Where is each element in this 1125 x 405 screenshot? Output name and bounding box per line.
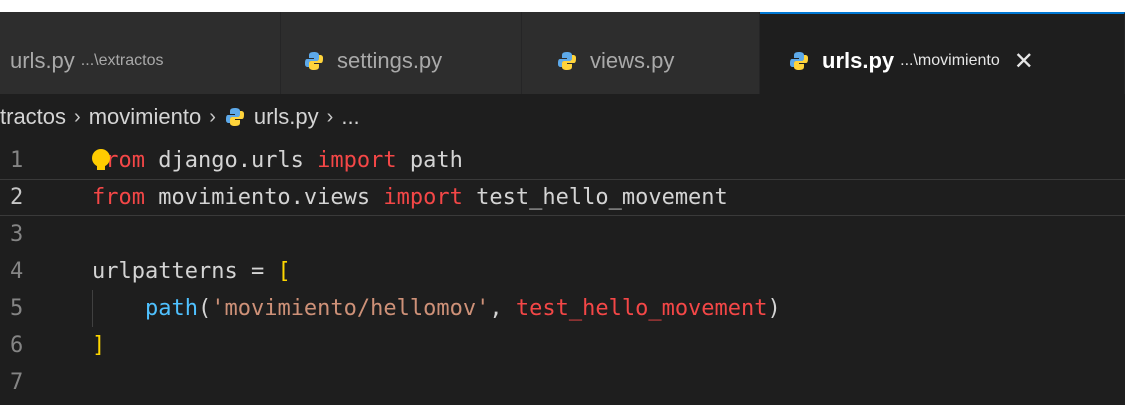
python-icon xyxy=(224,106,246,128)
code-editor[interactable]: 1 from django.urls import path 2 from movim… xyxy=(0,142,1125,405)
code-line[interactable]: 6] xyxy=(0,327,1125,364)
line-number: 1 xyxy=(10,148,24,173)
breadcrumb-item-symbols[interactable]: ... xyxy=(341,104,359,130)
code-token: path xyxy=(396,148,463,173)
line-number: 4 xyxy=(10,259,24,284)
line-number: 7 xyxy=(10,370,24,395)
code-token: , xyxy=(489,296,516,321)
code-token: movimiento.views xyxy=(144,185,384,210)
code-text: ] xyxy=(92,327,105,364)
line-number: 2 xyxy=(10,185,24,210)
tab-urls-extractos[interactable]: urls.py ...\extractos xyxy=(0,12,281,94)
code-text: from django.urls import path xyxy=(92,142,463,179)
code-token: django.urls xyxy=(144,148,318,173)
code-token: [ xyxy=(277,259,291,284)
tab-label: views.py xyxy=(590,48,675,73)
line-number: 5 xyxy=(10,296,24,321)
tab-urls-movimiento[interactable]: urls.py ...\movimiento ✕ xyxy=(760,12,1125,94)
breadcrumb-item-file[interactable]: urls.py xyxy=(254,104,319,130)
breadcrumb-separator: › xyxy=(326,105,334,128)
code-text: path('movimiento/hellomov', test_hello_m… xyxy=(92,290,781,327)
code-token: import xyxy=(383,185,463,210)
code-line[interactable]: 5 path('movimiento/hellomov', test_hello… xyxy=(0,290,1125,327)
tab-label: urls.py xyxy=(822,48,895,73)
code-text: from movimiento.views import test_hello_… xyxy=(92,180,728,215)
code-line[interactable]: 1 from django.urls import path xyxy=(0,142,1125,179)
code-line[interactable]: 4 urlpatterns = [ xyxy=(0,253,1125,290)
tab-description: ...\movimiento xyxy=(900,52,1000,69)
code-token: ( xyxy=(197,296,212,321)
code-token: ] xyxy=(92,333,106,358)
line-number: 3 xyxy=(10,222,24,247)
code-token: from xyxy=(92,185,145,210)
code-editor-window: urls.py ...\extractos settings.py views.… xyxy=(0,12,1125,405)
python-icon xyxy=(556,50,578,72)
breadcrumb-separator: › xyxy=(209,105,216,128)
tab-settings[interactable]: settings.py xyxy=(281,12,522,94)
code-token: test_hello_movement xyxy=(462,185,728,210)
code-token: = xyxy=(237,259,278,284)
tab-bar: urls.py ...\extractos settings.py views.… xyxy=(0,12,1125,94)
code-line[interactable]: 2 from movimiento.views import test_hello… xyxy=(0,179,1125,216)
python-icon xyxy=(788,50,810,72)
lightbulb-icon[interactable] xyxy=(92,149,110,170)
code-line[interactable]: 7 xyxy=(0,364,1125,401)
close-icon[interactable]: ✕ xyxy=(1014,49,1034,73)
code-line[interactable]: 3 xyxy=(0,216,1125,253)
breadcrumb-item-folder[interactable]: tractos xyxy=(0,104,66,130)
tab-description: ...\extractos xyxy=(80,52,164,69)
tab-views[interactable]: views.py xyxy=(522,12,760,94)
breadcrumb-separator: › xyxy=(74,105,81,128)
breadcrumb-item-folder[interactable]: movimiento xyxy=(89,104,201,130)
tab-label: urls.py xyxy=(10,48,75,73)
code-token: urlpatterns xyxy=(92,259,238,284)
code-token: path xyxy=(144,296,198,321)
code-token: ) xyxy=(767,296,781,321)
tab-label: settings.py xyxy=(337,48,443,73)
line-number: 6 xyxy=(10,333,24,358)
code-token: 'movimiento/hellomov' xyxy=(211,296,490,321)
python-icon xyxy=(303,50,325,72)
code-text: urlpatterns = [ xyxy=(92,253,291,290)
breadcrumb: tractos › movimiento › urls.py › ... xyxy=(0,94,1125,140)
code-token: test_hello_movement xyxy=(515,296,768,321)
code-token: import xyxy=(317,148,397,173)
